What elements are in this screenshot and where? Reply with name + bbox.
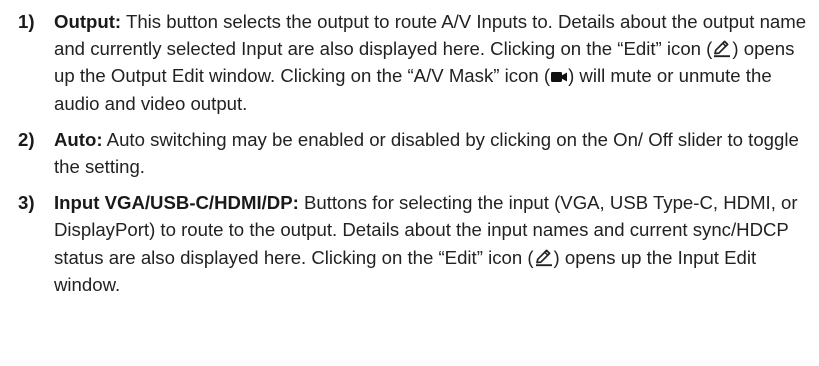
item-number: 2) <box>18 128 35 150</box>
list-item-auto: 2) Auto: Auto switching may be enabled o… <box>18 126 807 180</box>
edit-icon <box>712 38 732 58</box>
item-term: Auto: <box>54 128 103 150</box>
item-term: Input VGA/USB-C/HDMI/DP: <box>54 192 299 214</box>
item-text-part: This button selects the output to route … <box>54 11 807 60</box>
video-camera-icon <box>550 69 568 85</box>
list-item-output: 1) Output: This button selects the outpu… <box>18 8 807 117</box>
item-number: 3) <box>18 192 35 214</box>
list-item-input: 3) Input VGA/USB-C/HDMI/DP: Buttons for … <box>18 189 807 298</box>
item-number: 1) <box>18 11 35 32</box>
item-term: Output: <box>54 11 122 32</box>
item-text-part: Auto switching may be enabled or disable… <box>54 128 799 178</box>
item-description: Output: This button selects the output t… <box>54 8 807 117</box>
document: 1) Output: This button selects the outpu… <box>0 0 819 366</box>
item-description: Auto: Auto switching may be enabled or d… <box>54 126 807 180</box>
edit-icon <box>534 247 554 267</box>
item-description: Input VGA/USB-C/HDMI/DP: Buttons for sel… <box>54 189 807 298</box>
